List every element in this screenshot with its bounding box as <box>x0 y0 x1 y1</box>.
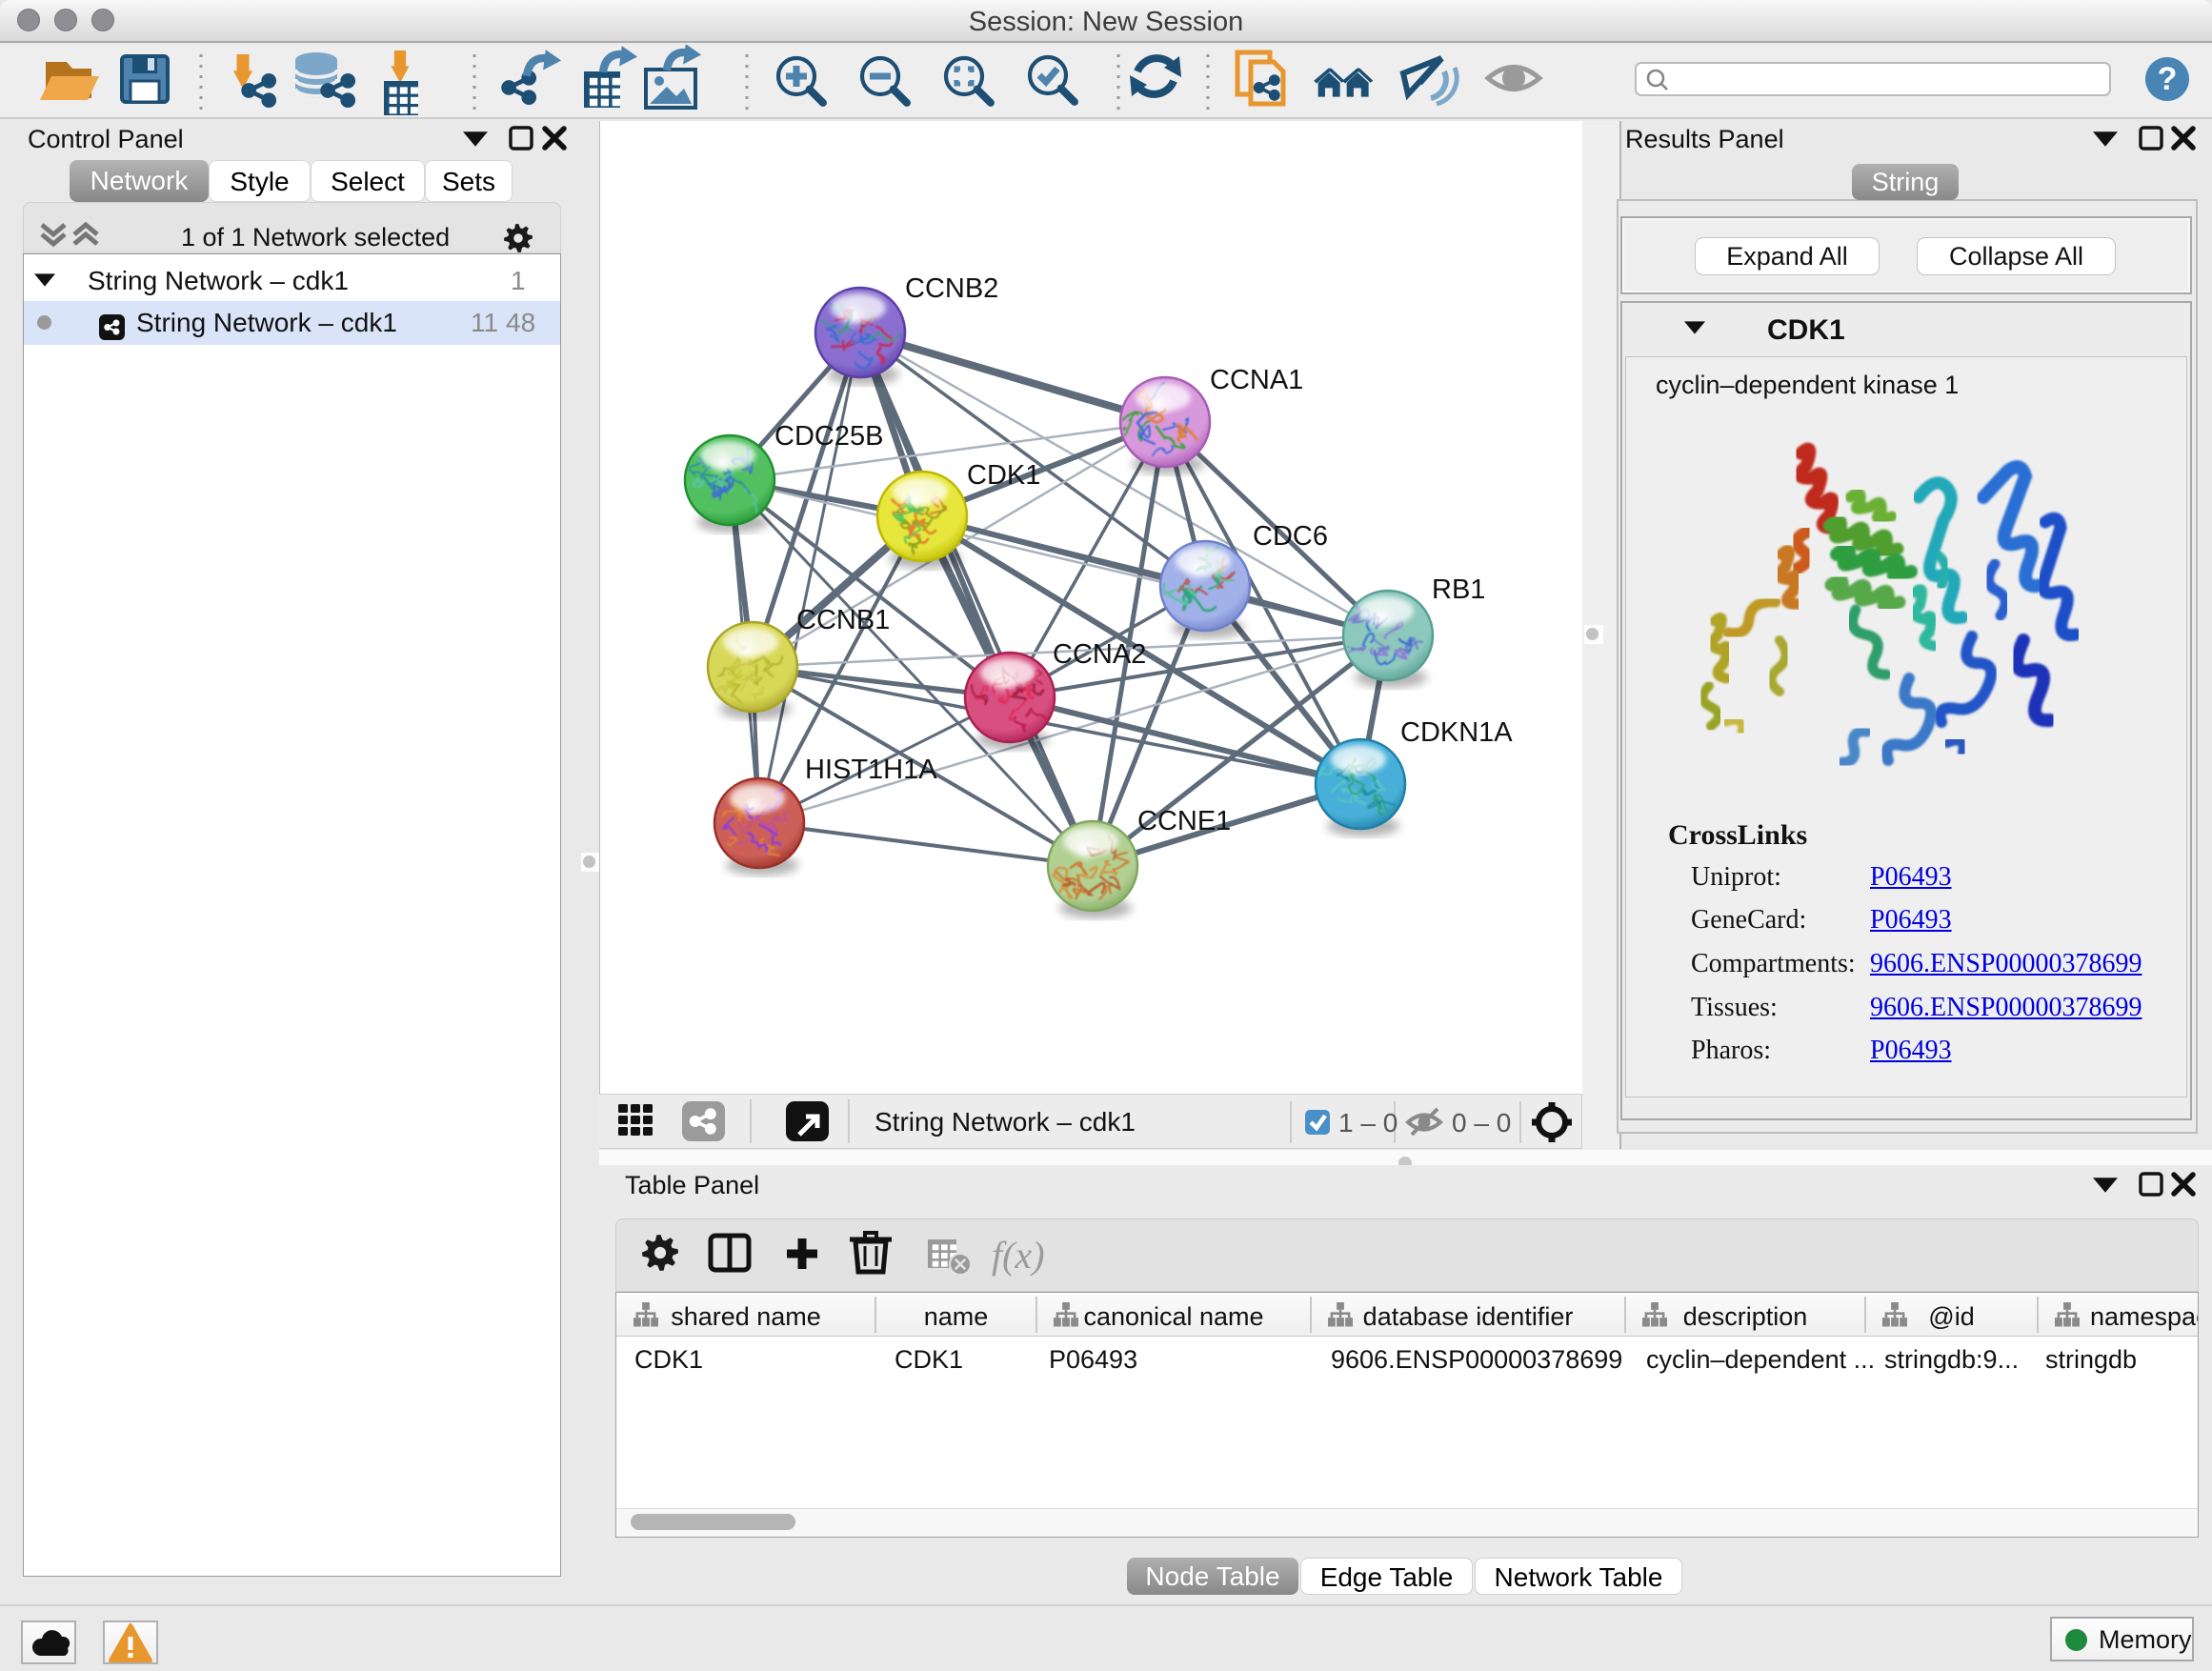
svg-text:CCNB2: CCNB2 <box>905 273 998 304</box>
svg-text:canonical name: canonical name <box>1083 1302 1263 1331</box>
svg-text:@id: @id <box>1928 1302 1974 1331</box>
svg-text:RB1: RB1 <box>1432 574 1485 605</box>
svg-text:CDC6: CDC6 <box>1253 521 1328 552</box>
svg-text:String Network – cdk1: String Network – cdk1 <box>875 1107 1136 1137</box>
svg-text:CDKN1A: CDKN1A <box>1400 717 1513 748</box>
svg-text:HIST1H1A: HIST1H1A <box>805 755 937 785</box>
svg-text:CCNB1: CCNB1 <box>796 605 890 635</box>
svg-text:f(x): f(x) <box>992 1234 1045 1277</box>
svg-text:CCNA1: CCNA1 <box>1210 365 1303 395</box>
svg-text:0 – 0: 0 – 0 <box>1452 1108 1511 1137</box>
svg-text:CCNE1: CCNE1 <box>1137 806 1231 836</box>
svg-text:CCNA2: CCNA2 <box>1053 639 1146 670</box>
svg-text:database identifier: database identifier <box>1363 1302 1574 1331</box>
svg-text:description: description <box>1683 1302 1808 1331</box>
svg-text:CDK1: CDK1 <box>967 460 1040 491</box>
svg-text:1 – 0: 1 – 0 <box>1338 1108 1398 1137</box>
svg-text:namespac: namespac <box>2090 1302 2198 1331</box>
svg-text:name: name <box>924 1302 989 1331</box>
svg-text:shared name: shared name <box>671 1302 821 1331</box>
svg-text:CDC25B: CDC25B <box>774 421 883 452</box>
